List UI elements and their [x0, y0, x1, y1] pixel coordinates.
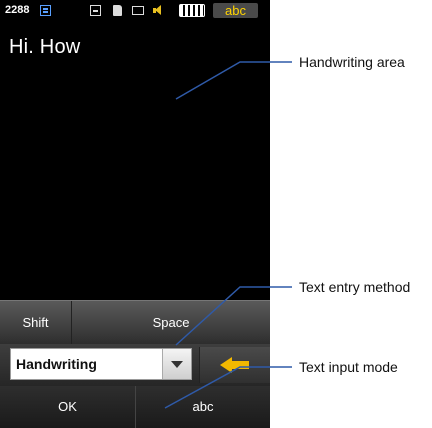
volume-icon — [153, 5, 161, 16]
shift-key[interactable]: Shift — [0, 301, 72, 344]
ok-button[interactable]: OK — [0, 386, 136, 428]
keyboard-row-bottom: OK abc — [0, 386, 270, 428]
text-entry-method-select[interactable]: Handwriting — [10, 348, 192, 380]
battery-icon — [179, 4, 205, 17]
input-mode-badge: abc — [213, 3, 258, 18]
left-arrow-icon — [220, 357, 250, 373]
text-input-mode-label: Text input mode — [299, 359, 398, 375]
e-icon — [40, 5, 51, 16]
status-bar: 2288 abc — [0, 0, 270, 22]
message-icon — [132, 6, 144, 15]
chevron-down-icon[interactable] — [162, 349, 191, 379]
text-input-mode-button[interactable] — [199, 347, 270, 383]
keyboard-row-top: Shift Space — [0, 300, 270, 344]
handwriting-area[interactable] — [0, 22, 270, 300]
text-entry-method-label: Text entry method — [299, 279, 411, 295]
keyboard-row-middle: Handwriting — [0, 344, 270, 386]
network-icon — [90, 5, 101, 16]
typed-text: Hi. How — [9, 36, 81, 58]
handwriting-area-label: Handwriting area — [299, 54, 405, 70]
status-count: 2288 — [5, 4, 30, 16]
abc-button[interactable]: abc — [136, 386, 270, 428]
text-entry-method-value: Handwriting — [16, 356, 97, 372]
sd-card-icon — [113, 5, 122, 16]
phone-screen: 2288 abc Hi. How Shift Space Handwriting… — [0, 0, 270, 428]
space-key[interactable]: Space — [72, 301, 270, 344]
